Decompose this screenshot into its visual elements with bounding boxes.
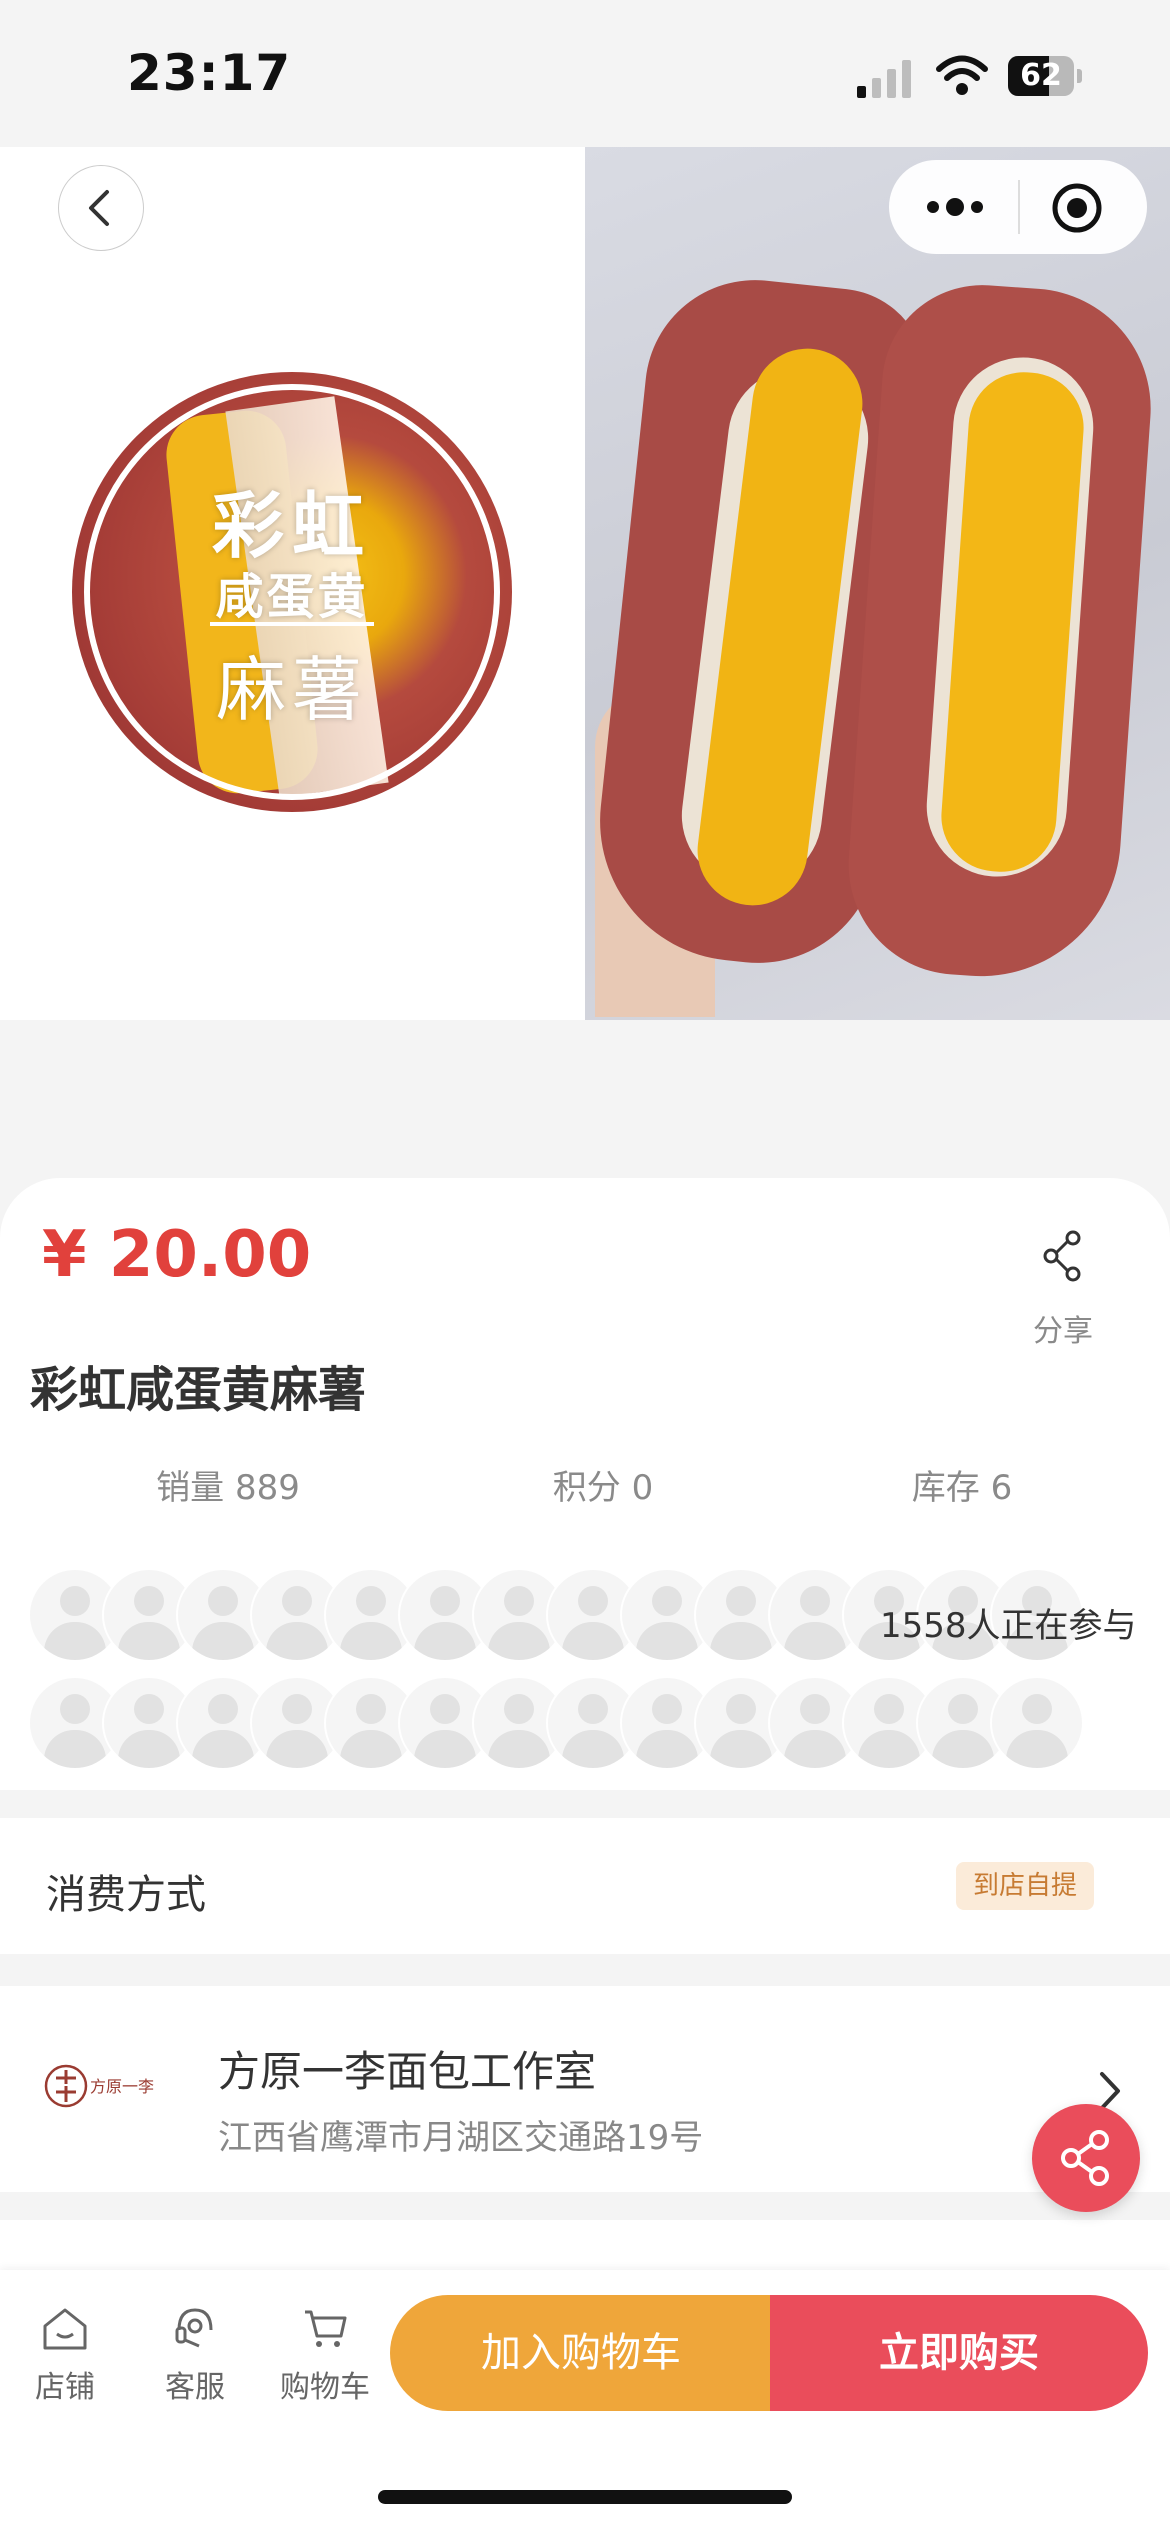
add-to-cart-button[interactable]: 加入购物车	[390, 2295, 772, 2411]
share-icon	[1061, 2130, 1109, 2186]
headset-icon	[175, 2308, 213, 2348]
product-info-card: ¥ 20.00 分享 彩虹咸蛋黄麻薯 销量 889 积分 0 库存 6 1558…	[0, 1178, 1170, 1790]
product-badge-image: 彩虹 咸蛋黄 麻薯	[0, 147, 585, 1020]
tab-service-label: 客服	[165, 2370, 225, 2405]
battery-icon: 62	[1008, 56, 1082, 96]
store-icon	[43, 2308, 87, 2350]
pickup-tag: 到店自提	[956, 1862, 1094, 1910]
shop-logo-text: 方原一李	[90, 2077, 154, 2096]
avatar	[990, 1676, 1084, 1770]
tab-cart[interactable]: 购物车	[270, 2302, 380, 2422]
home-indicator	[378, 2490, 792, 2504]
bread-photo	[585, 147, 1170, 1020]
share-label: 分享	[1033, 1314, 1093, 1349]
product-gallery[interactable]: 彩虹 咸蛋黄 麻薯	[0, 147, 1170, 1020]
stat-points: 积分 0	[552, 1468, 654, 1508]
participants-count: 1558人正在参与	[880, 1606, 1137, 1646]
badge-circle: 彩虹 咸蛋黄 麻薯	[72, 372, 512, 812]
badge-line-3: 麻薯	[216, 649, 368, 731]
consume-method-label: 消费方式	[46, 1872, 206, 1918]
target-circle-icon[interactable]	[1049, 180, 1105, 236]
shop-name: 方原一李面包工作室	[218, 2047, 597, 2096]
more-dots-icon[interactable]	[919, 180, 991, 234]
shop-row[interactable]: 方原一李 方原一李面包工作室 江西省鹰潭市月湖区交通路19号	[0, 1986, 1170, 2192]
share-icon	[1043, 1230, 1081, 1282]
stat-sales: 销量 889	[156, 1468, 300, 1508]
status-bar: 23:17 62	[0, 0, 1170, 147]
consume-method-row: 消费方式 到店自提	[0, 1818, 1170, 1954]
buy-now-button[interactable]: 立即购买	[770, 2295, 1148, 2411]
tab-service[interactable]: 客服	[140, 2302, 250, 2422]
wifi-icon	[936, 55, 988, 95]
status-time: 23:17	[127, 44, 292, 102]
tab-cart-label: 购物车	[280, 2370, 370, 2405]
signal-icon	[857, 60, 911, 98]
battery-level: 62	[1020, 58, 1062, 93]
mini-program-capsule	[889, 160, 1147, 254]
back-button[interactable]	[58, 165, 144, 251]
shop-logo: 方原一李	[44, 2056, 164, 2116]
product-price: ¥ 20.00	[42, 1218, 312, 1292]
tab-store[interactable]: 店铺	[10, 2302, 120, 2422]
badge-line-2: 咸蛋黄	[215, 569, 369, 625]
share-button[interactable]: 分享	[1020, 1228, 1106, 1358]
shop-address: 江西省鹰潭市月湖区交通路19号	[218, 2118, 704, 2158]
floating-share-button[interactable]	[1032, 2104, 1140, 2212]
stat-stock: 库存 6	[911, 1468, 1013, 1508]
product-title: 彩虹咸蛋黄麻薯	[30, 1362, 367, 1418]
tab-store-label: 店铺	[35, 2370, 95, 2405]
chevron-left-icon	[89, 190, 109, 226]
cart-icon	[305, 2310, 347, 2347]
